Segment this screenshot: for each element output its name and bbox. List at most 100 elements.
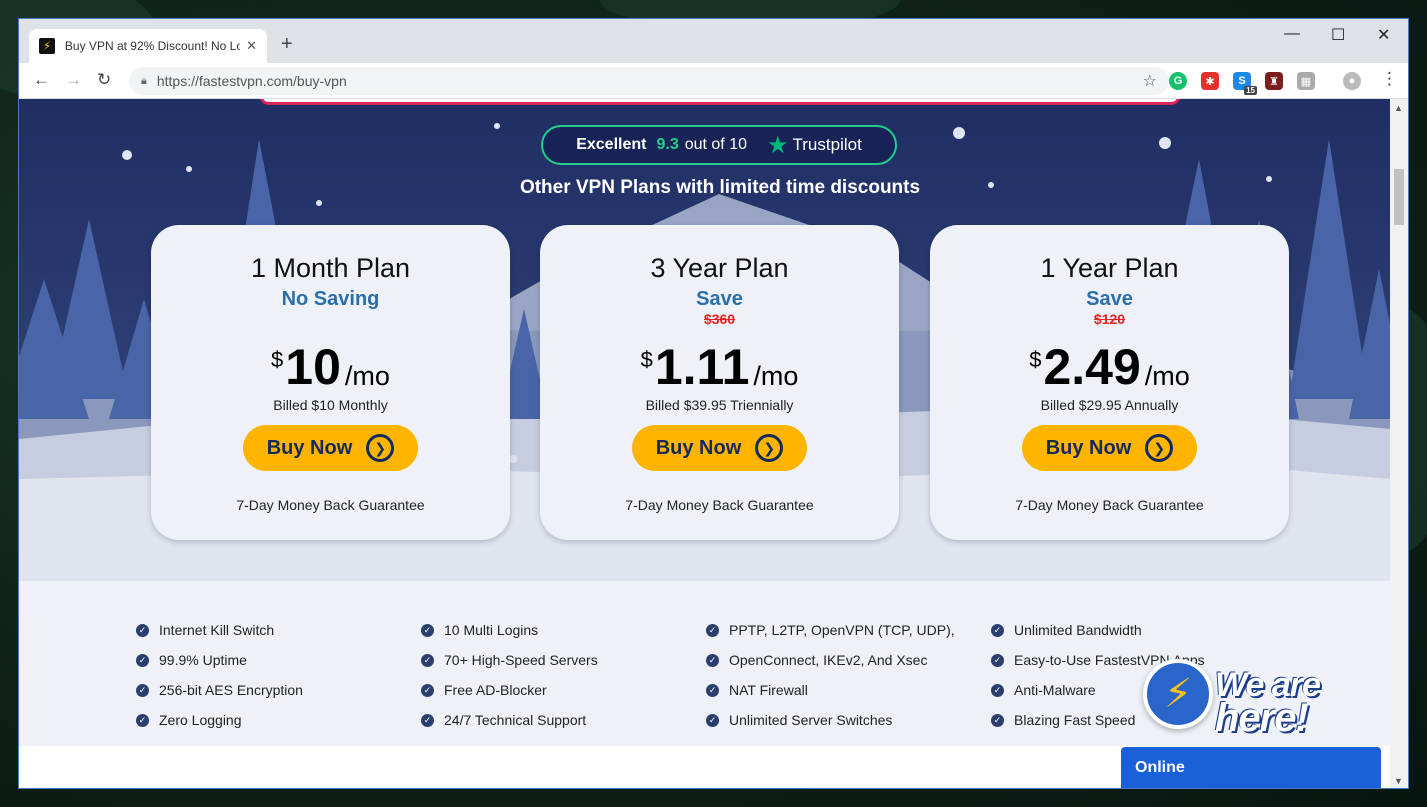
plan-guarantee: 7-Day Money Back Guarantee [236,497,425,513]
check-circle-icon: ✓ [136,683,149,697]
extension-gray-icon[interactable]: ▦ [1297,72,1315,90]
plan-card-3-year: 3 Year Plan Save $360 $ 1.11 /mo Billed … [540,225,899,540]
feature-item: ✓ Unlimited Bandwidth [991,615,1205,645]
feature-item: ✓ OpenConnect, IKEv2, And Xsec [706,645,955,675]
plan-old-price: $360 [703,311,736,327]
plan-guarantee: 7-Day Money Back Guarantee [1015,497,1204,513]
check-circle-icon: ✓ [706,623,719,637]
arrow-circle-icon: ❯ [1145,434,1174,462]
plan-billed: Billed $39.95 Triennially [645,397,794,413]
minimize-icon[interactable]: — [1284,25,1300,43]
plan-card-1-month: 1 Month Plan No Saving $ 10 /mo Billed $… [151,225,510,540]
buy-now-label: Buy Now [1045,436,1132,459]
address-bar[interactable]: 🔒︎ https://fastestvpn.com/buy-vpn ☆ [129,67,1169,95]
plan-guarantee: 7-Day Money Back Guarantee [625,497,814,513]
maximize-icon[interactable]: ☐ [1331,25,1345,45]
check-circle-icon: ✓ [991,623,1004,637]
check-circle-icon: ✓ [421,623,434,637]
browser-window: ⚡ Buy VPN at 92% Discount! No Lo ✕ + — ☐… [18,18,1409,789]
plan-price: $ 10 /mo [151,339,510,395]
new-tab-button[interactable]: + [281,33,293,56]
check-circle-icon: ✓ [136,653,149,667]
arrow-circle-icon: ❯ [755,434,784,462]
tab-close-icon[interactable]: ✕ [246,38,257,54]
bookmark-star-icon[interactable]: ☆ [1143,71,1157,91]
feature-item: ✓ Free AD-Blocker [421,675,598,705]
reload-icon[interactable]: ↻ [97,70,111,90]
check-circle-icon: ✓ [991,713,1004,727]
buy-now-button-1-month[interactable]: Buy Now ❯ [243,425,418,471]
check-circle-icon: ✓ [991,683,1004,697]
feature-item: ✓ 10 Multi Logins [421,615,598,645]
profile-avatar-icon[interactable]: ● [1343,72,1361,90]
price-amount: 10 [285,339,341,395]
extension-badge: 15 [1244,86,1257,95]
trustpilot-rating-word: Excellent [576,136,647,153]
check-circle-icon: ✓ [136,623,149,637]
plan-billed: Billed $10 Monthly [273,397,388,413]
check-circle-icon: ✓ [706,713,719,727]
plan-billed: Billed $29.95 Annually [1040,397,1179,413]
close-window-icon[interactable]: ✕ [1377,25,1390,45]
plan-title: 3 Year Plan [650,253,789,283]
trustpilot-star-icon: ★ [767,131,789,159]
grammarly-extension-icon[interactable]: G [1169,72,1187,90]
price-currency: $ [271,347,284,372]
url-text: https://fastestvpn.com/buy-vpn [156,73,347,89]
chat-bubble-text[interactable]: We are here! [1215,666,1321,738]
price-period: /mo [1144,361,1190,391]
plan-save-label: Save [696,288,743,310]
page-scrollbar[interactable]: ▲ ▼ [1390,99,1408,788]
price-amount: 2.49 [1043,339,1141,395]
feature-item: ✓ PPTP, L2TP, OpenVPN (TCP, UDP), [706,615,955,645]
features-column-3: ✓ PPTP, L2TP, OpenVPN (TCP, UDP), ✓ OpenCo… [706,615,955,735]
price-amount: 1.11 [654,339,750,395]
tab-title: Buy VPN at 92% Discount! No Lo [64,39,241,53]
plans-heading: Other VPN Plans with limited time discou… [519,177,921,198]
plan-save-label: No Saving [281,288,380,310]
check-circle-icon: ✓ [421,683,434,697]
feature-item: ✓ 24/7 Technical Support [421,705,598,735]
check-circle-icon: ✓ [991,653,1004,667]
scroll-thumb[interactable] [1394,169,1404,225]
tab-bar: ⚡ Buy VPN at 92% Discount! No Lo ✕ + — ☐… [19,19,1408,63]
plan-price: $ 2.49 /mo [930,339,1289,395]
scroll-up-icon[interactable]: ▲ [1394,103,1403,113]
scroll-down-icon[interactable]: ▼ [1394,776,1403,786]
check-circle-icon: ✓ [421,653,434,667]
plan-save-label: Save [1086,288,1133,310]
fastestvpn-favicon-icon: ⚡ [39,38,55,54]
features-column-1: ✓ Internet Kill Switch ✓ 99.9% Uptime ✓ 256… [136,615,303,735]
feature-item: ✓ 70+ High-Speed Servers [421,645,598,675]
plan-old-price [151,311,510,329]
chat-text-line-1: We are [1215,666,1321,704]
buy-now-button-3-year[interactable]: Buy Now ❯ [632,425,807,471]
pricing-hero: Excellent 9.3 out of 10 ★ Trustpilot Oth… [19,99,1391,581]
promo-banner-edge [259,99,1181,105]
forward-icon[interactable]: → [65,70,82,90]
menu-kebab-icon[interactable]: ⋮ [1381,69,1398,89]
lock-icon: 🔒︎ [141,74,147,87]
trustpilot-rating-badge[interactable]: Excellent 9.3 out of 10 ★ Trustpilot [541,125,897,165]
features-column-2: ✓ 10 Multi Logins ✓ 70+ High-Speed Servers… [421,615,598,735]
price-period: /mo [344,361,390,391]
buy-now-button-1-year[interactable]: Buy Now ❯ [1022,425,1197,471]
extension-s-icon[interactable]: S 15 [1233,72,1257,95]
browser-toolbar: ← → ↻ 🔒︎ https://fastestvpn.com/buy-vpn … [19,63,1408,99]
check-circle-icon: ✓ [706,653,719,667]
browser-tab[interactable]: ⚡ Buy VPN at 92% Discount! No Lo ✕ [29,29,267,63]
extension-red-icon[interactable]: ✱ [1201,72,1219,90]
extension-hat-icon[interactable]: ♜ [1265,72,1283,90]
live-chat-online-button[interactable]: Online [1121,747,1381,788]
page-viewport: Excellent 9.3 out of 10 ★ Trustpilot Oth… [19,99,1391,788]
back-icon[interactable]: ← [33,70,50,90]
check-circle-icon: ✓ [136,713,149,727]
feature-item: ✓ Internet Kill Switch [136,615,303,645]
buy-now-label: Buy Now [655,436,742,459]
chat-lightning-logo-icon[interactable]: ⚡ [1143,659,1213,729]
plan-card-1-year: 1 Year Plan Save $120 $ 2.49 /mo Billed … [930,225,1289,540]
feature-item: ✓ Unlimited Server Switches [706,705,955,735]
plan-old-price: $120 [1093,311,1126,327]
buy-now-label: Buy Now [266,436,353,459]
feature-item: ✓ NAT Firewall [706,675,955,705]
